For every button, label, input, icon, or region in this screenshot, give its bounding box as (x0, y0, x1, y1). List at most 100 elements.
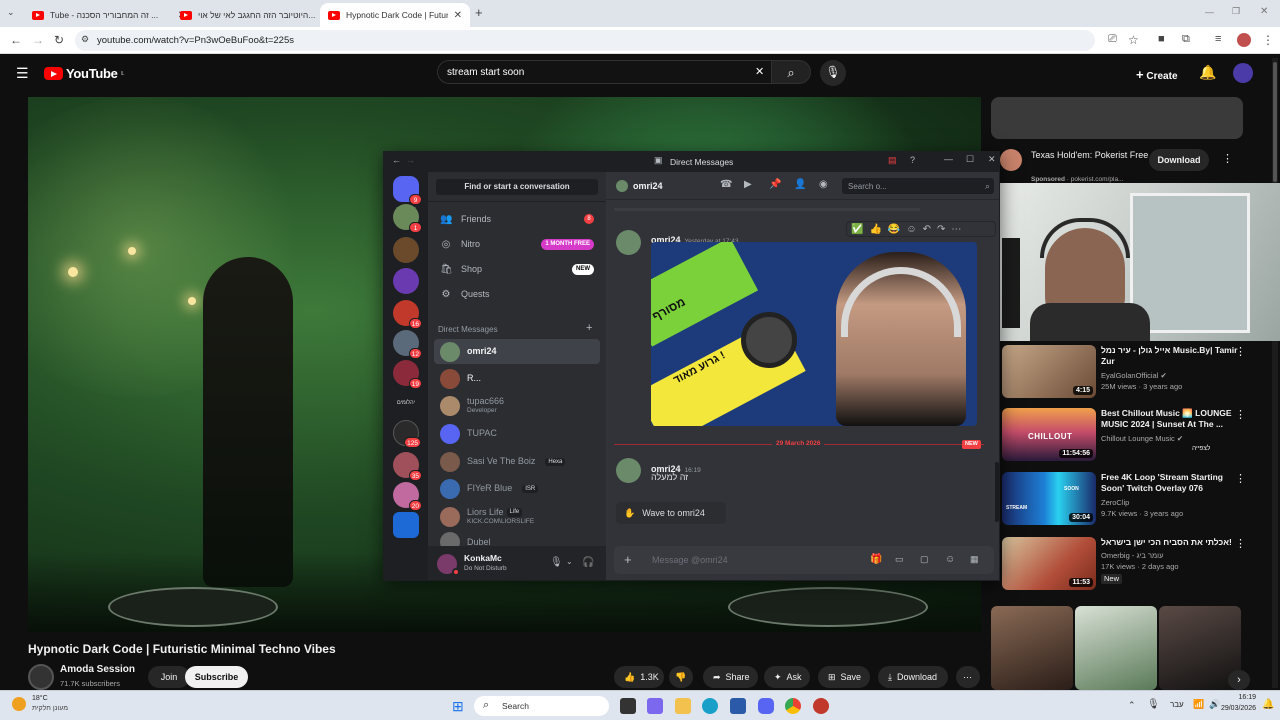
message-image-attachment[interactable]: מסורף גרוע מאוד ! (651, 242, 977, 426)
discord-taskbar-icon[interactable] (758, 698, 774, 714)
back-icon[interactable]: ← (10, 34, 22, 46)
chat-scrollbar[interactable] (995, 462, 999, 522)
profile-avatar[interactable] (1237, 33, 1251, 47)
discord-home-icon[interactable]: 9 (393, 176, 422, 205)
thumbs-up-emoji-icon[interactable]: 👍 (869, 224, 881, 235)
shorts-next-button[interactable]: › (1228, 670, 1250, 690)
server-icon[interactable]: 19 (393, 360, 422, 389)
browser-menu-icon[interactable]: ⋮ (1262, 34, 1274, 46)
nav-nitro[interactable]: ◎ Nitro 1 MONTH FREE (434, 233, 600, 255)
short-thumbnail[interactable] (991, 606, 1073, 690)
maximize-icon[interactable]: ☐ (966, 155, 974, 164)
recommendation-title[interactable]: Free 4K Loop 'Stream Starting Soon' Twit… (1101, 472, 1241, 493)
store-icon[interactable] (730, 698, 746, 714)
gift-icon[interactable]: 🎁 (870, 554, 882, 565)
windows-start-icon[interactable]: ⊞ (452, 698, 464, 715)
video-thumbnail[interactable]: STREAM SOON 30:04 (1002, 472, 1096, 525)
inbox-icon[interactable]: ▤ (888, 156, 897, 165)
recommendation-card[interactable]: 4:15 אייל גולן - עיר נמל Music.By| Tamir… (1002, 345, 1272, 405)
ask-button[interactable]: ✦ Ask (764, 666, 810, 688)
ad-download-button[interactable]: Download (1149, 149, 1209, 171)
dislike-button[interactable]: 👎 (669, 666, 693, 688)
browser-tab-3-active[interactable]: Hypnotic Dark Code | Futuristic ✕ (320, 3, 470, 27)
ad-banner-image[interactable] (991, 97, 1243, 139)
save-button[interactable]: ⊞ Save (818, 666, 870, 688)
clock-date[interactable]: 29/03/2026 (1212, 705, 1256, 712)
dm-item[interactable]: Dubel (434, 532, 600, 546)
message-input[interactable]: + Message @omri24 🎁 ▭ ▢ ☺ ▦ (614, 546, 994, 574)
notifications-bell-icon[interactable]: 🔔 (1199, 65, 1216, 79)
close-window-icon[interactable]: ✕ (1260, 7, 1268, 17)
page-scrollbar[interactable] (1272, 58, 1278, 688)
video-thumbnail[interactable]: 4:15 (1002, 345, 1096, 398)
account-avatar[interactable] (1233, 63, 1253, 83)
media-controls-icon[interactable]: ≡ (1215, 34, 1221, 45)
server-icon[interactable] (393, 268, 419, 294)
dm-item[interactable]: TUPAC (434, 421, 600, 446)
minimize-icon[interactable]: — (944, 155, 953, 164)
message-more-icon[interactable]: ⋯ (951, 224, 961, 235)
recommendation-title[interactable]: Best Chillout Music 🌅 LOUNGE MUSIC 2024 … (1101, 408, 1241, 429)
tray-chevron-icon[interactable]: ⌃ (1128, 700, 1136, 711)
tab-search-chevron-icon[interactable]: ⌄ (7, 8, 15, 17)
user-profile-icon[interactable]: ◉ (819, 180, 828, 190)
cast-icon[interactable]: ⎚ (1108, 34, 1117, 45)
forward-icon[interactable]: ↷ (937, 224, 945, 235)
close-icon[interactable]: ✕ (988, 155, 996, 164)
dm-item[interactable]: Sasi Ve The Boiz Hexa (434, 449, 600, 474)
emoji-icon[interactable]: ☺ (945, 554, 955, 565)
wave-button[interactable]: ✋ Wave to omri24 (616, 502, 726, 524)
browser-tab-1[interactable]: Tube - זה המחבוריר הסכנה ... ✕ (24, 3, 194, 27)
add-friends-icon[interactable]: 👤 (794, 180, 806, 190)
nav-shop[interactable]: 🛍 Shop NEW (434, 258, 600, 280)
search-input[interactable]: stream start soon ✕ (437, 60, 772, 84)
share-button[interactable]: ➦ Share (703, 666, 758, 688)
join-button[interactable]: Join (148, 666, 190, 688)
clear-search-icon[interactable]: ✕ (755, 67, 764, 78)
recipient-name[interactable]: omri24 (633, 181, 663, 191)
server-icon[interactable]: 20 (393, 482, 422, 511)
forward-icon[interactable]: → (32, 34, 44, 46)
recommendation-title[interactable]: אייל גולן - עיר נמל Music.By| Tamir Zur (1101, 345, 1241, 366)
recommendation-more-icon[interactable]: ⋮ (1235, 345, 1246, 358)
server-icon[interactable] (393, 237, 419, 263)
recommendation-card[interactable]: 11:53 אכלתי את הסביח הכי ישן בישראל! Ome… (1002, 537, 1272, 597)
recommendation-title[interactable]: אכלתי את הסביח הכי ישן בישראל! (1101, 537, 1241, 548)
new-tab-button[interactable]: + (475, 6, 483, 19)
create-button[interactable]: + Create (1128, 61, 1188, 85)
author-avatar[interactable] (616, 458, 641, 483)
nav-friends[interactable]: 👥 Friends 8 (434, 208, 600, 230)
wifi-icon[interactable]: 📶 (1193, 699, 1204, 710)
apps-icon[interactable]: ▦ (970, 554, 979, 565)
server-icon[interactable] (393, 512, 419, 538)
bookmark-star-icon[interactable]: ☆ (1128, 34, 1139, 46)
notification-center-icon[interactable]: 🔔 (1262, 699, 1274, 710)
video-thumbnail[interactable]: 11:53 (1002, 537, 1096, 590)
server-icon-text[interactable]: יהלומים (393, 390, 419, 416)
task-view-icon[interactable] (620, 698, 636, 714)
chrome-icon[interactable] (785, 698, 801, 714)
site-info-icon[interactable]: ⚙ (81, 35, 89, 44)
dm-item[interactable]: R... (434, 366, 600, 391)
subscribe-button[interactable]: Subscribe (185, 666, 248, 688)
help-icon[interactable]: ? (910, 156, 915, 165)
recommendation-more-icon[interactable]: ⋮ (1235, 472, 1246, 485)
url-field[interactable]: ⚙ youtube.com/watch?v=Pn3wOeBuFoo&t=225s (75, 30, 1095, 51)
chat-search-input[interactable]: Search o... ⌕ (842, 178, 994, 194)
hamburger-menu-icon[interactable]: ☰ (16, 66, 29, 80)
microphone-icon[interactable]: 🎙 (550, 557, 563, 568)
weather-icon[interactable] (12, 697, 26, 711)
ad-title[interactable]: Texas Hold'em: Pokerist Free (1031, 150, 1151, 162)
back-arrow-icon[interactable]: ← (392, 156, 401, 165)
laugh-emoji-icon[interactable]: 😂 (888, 224, 900, 235)
download-button[interactable]: ⤓ Download (878, 666, 948, 688)
teams-icon[interactable] (647, 698, 663, 714)
reply-icon[interactable]: ↶ (923, 224, 931, 235)
browser-tab-2[interactable]: היוטיובר הזה החגגב לאי של אוי... ✕ (172, 3, 342, 27)
taskbar-search[interactable]: ⌕ Search (474, 696, 609, 716)
minimize-icon[interactable]: — (1205, 8, 1214, 17)
maximize-icon[interactable]: ❐ (1232, 7, 1240, 16)
recommendation-card[interactable]: CHILLOUT 11:54:56 Best Chillout Music 🌅 … (1002, 408, 1272, 468)
server-icon[interactable]: 35 (393, 452, 422, 481)
like-button[interactable]: 👍 1.3K (614, 666, 664, 688)
